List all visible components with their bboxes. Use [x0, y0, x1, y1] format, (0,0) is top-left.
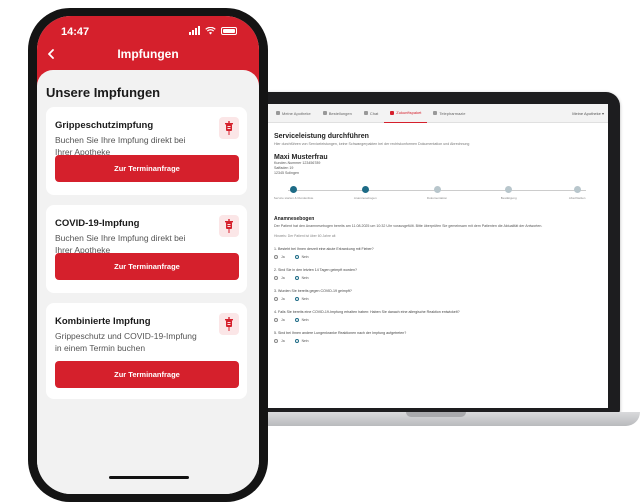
tab-telepharmazie[interactable]: Telepharmazie	[427, 104, 471, 122]
content-sheet: Unsere Impfungen Grippeschutzimpfung Buc…	[37, 70, 259, 494]
radio-group: Ja Nein	[274, 339, 600, 343]
radio-yes[interactable]: Ja	[274, 318, 285, 322]
laptop-tab-bar: Meine Apotheke Bestellungen Chat Zukunft…	[266, 104, 608, 123]
question-3: 3. Wurden Sie bereits gegen COVID-19 gei…	[274, 289, 600, 301]
tab-icon	[322, 111, 327, 115]
radio-circle	[274, 318, 278, 322]
radio-no[interactable]: Nein	[294, 255, 309, 259]
step-circle	[505, 186, 513, 193]
tab-icon	[433, 111, 438, 115]
battery-icon	[221, 26, 237, 35]
tab-chat[interactable]: Chat	[358, 104, 384, 122]
card-title: COVID-19-Impfung	[55, 218, 140, 229]
age-hint: Hinweis: Der Patient ist über 60 Jahre a…	[274, 234, 336, 238]
page-title: Serviceleistung durchführen	[274, 133, 369, 140]
step-4[interactable]: Bestätigung	[484, 186, 534, 200]
syringe-icon	[219, 117, 239, 139]
vaccine-card-grippe: Grippeschutzimpfung Buchen Sie Ihre Impf…	[46, 107, 247, 195]
question-text: 5. Sind bei Ihnen andere Lungenkranke Re…	[274, 331, 407, 335]
step-5[interactable]: Abschließen	[552, 186, 602, 200]
syringe-icon	[219, 215, 239, 237]
tab-meine-apotheke[interactable]: Meine Apotheke	[270, 104, 317, 122]
card-title: Grippeschutzimpfung	[55, 120, 154, 131]
page-subtitle: Hier durchführen von Serviceleistungen, …	[274, 142, 470, 146]
status-icons	[189, 26, 237, 35]
section-text: Der Patient hat den Anamnesebogen bereit…	[274, 224, 543, 228]
radio-circle	[294, 339, 299, 343]
radio-no[interactable]: Nein	[294, 276, 309, 280]
tab-icon	[390, 110, 395, 115]
status-time: 14:47	[61, 26, 90, 38]
card-title: Kombinierte Impfung	[55, 316, 151, 327]
tab-icon	[363, 111, 368, 115]
radio-circle	[274, 297, 278, 301]
question-1: 1. Besteht bei Ihnen derzeit eine akute …	[274, 247, 600, 259]
step-circle	[290, 186, 298, 193]
radio-circle	[294, 297, 299, 301]
radio-yes[interactable]: Ja	[274, 297, 285, 301]
appointment-button[interactable]: Zur Terminanfrage	[55, 155, 239, 182]
step-2[interactable]: Anamnesebogen	[340, 186, 390, 200]
question-text: 2. Sind Sie in den letzten 14 Tagen geim…	[274, 268, 358, 272]
radio-no[interactable]: Nein	[294, 339, 309, 343]
tab-bestellungen[interactable]: Bestellungen	[317, 104, 358, 122]
radio-no[interactable]: Nein	[294, 297, 309, 301]
radio-group: Ja Nein	[274, 297, 600, 301]
card-text: Grippeschutz und COVID-19-Impfung in ein…	[55, 331, 197, 353]
radio-group: Ja Nein	[274, 318, 600, 322]
laptop-screen: Meine Apotheke Bestellungen Chat Zukunft…	[266, 104, 608, 408]
radio-circle	[294, 318, 299, 322]
appointment-button[interactable]: Zur Terminanfrage	[55, 253, 239, 280]
question-5: 5. Sind bei Ihnen andere Lungenkranke Re…	[274, 331, 600, 343]
radio-circle	[274, 276, 278, 280]
section-title: Anamnesebogen	[274, 216, 315, 222]
question-2: 2. Sind Sie in den letzten 14 Tagen geim…	[274, 268, 600, 280]
radio-yes[interactable]: Ja	[274, 276, 285, 280]
question-text: 4. Falls Sie bereits eine COVID-19-Impfu…	[274, 310, 460, 314]
step-3[interactable]: Dokumentation	[412, 186, 462, 200]
phone-screen: 14:47 Impfungen Unsere Impfungen Grippes…	[37, 16, 259, 494]
signal-icon	[189, 26, 200, 35]
home-indicator[interactable]	[109, 476, 189, 479]
radio-yes[interactable]: Ja	[274, 255, 285, 259]
radio-circle	[294, 276, 299, 280]
wifi-icon	[205, 26, 216, 35]
question-text: 1. Besteht bei Ihnen derzeit eine akute …	[274, 247, 374, 251]
user-menu[interactable]: Meine Apotheke ▾	[572, 111, 604, 116]
radio-group: Ja Nein	[274, 255, 600, 259]
step-circle	[573, 186, 581, 193]
step-1[interactable]: Service starten & Rundenliste	[269, 186, 319, 200]
laptop-content: Serviceleistung durchführen Hier durchfü…	[266, 123, 608, 349]
section-heading: Unsere Impfungen	[46, 85, 161, 100]
tab-icon	[276, 111, 280, 115]
radio-no[interactable]: Nein	[294, 318, 309, 322]
radio-circle	[274, 339, 278, 343]
header-title: Impfungen	[117, 47, 179, 61]
appointment-button[interactable]: Zur Terminanfrage	[55, 361, 239, 388]
question-4: 4. Falls Sie bereits eine COVID-19-Impfu…	[274, 310, 600, 322]
patient-city: 12345 Solingen	[274, 171, 299, 175]
tab-zukunftspaket[interactable]: Zukunftspaket	[384, 104, 428, 123]
radio-yes[interactable]: Ja	[274, 339, 285, 343]
vaccine-card-covid: COVID-19-Impfung Buchen Sie Ihre Impfung…	[46, 205, 247, 293]
progress-stepper: Service starten & Rundenliste Anamnesebo…	[274, 186, 600, 208]
step-circle	[361, 186, 369, 193]
patient-name: Maxi Musterfrau	[274, 154, 328, 161]
radio-circle	[294, 255, 299, 259]
syringe-icon	[219, 313, 239, 335]
step-circle	[433, 186, 441, 193]
vaccine-card-combined: Kombinierte Impfung Grippeschutz und COV…	[46, 303, 247, 399]
radio-group: Ja Nein	[274, 276, 600, 280]
question-text: 3. Wurden Sie bereits gegen COVID-19 gei…	[274, 289, 352, 293]
radio-circle	[274, 255, 278, 259]
laptop-notch	[406, 412, 466, 417]
